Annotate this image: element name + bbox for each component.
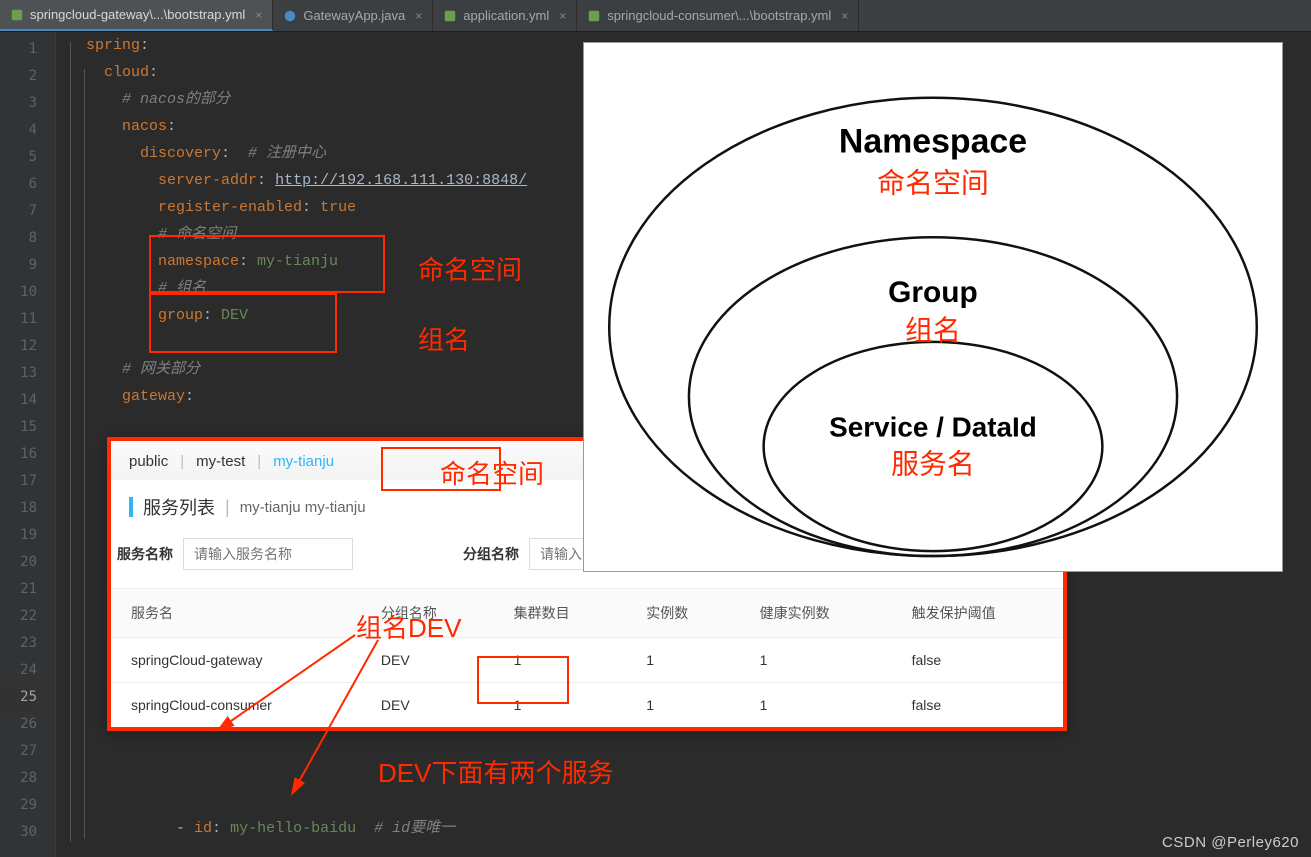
col-group: 分组名称 — [361, 589, 494, 638]
tab-bootstrap-gateway[interactable]: springcloud-gateway\...\bootstrap.yml × — [0, 0, 273, 31]
nacos-concept-diagram: Namespace 命名空间 Group 组名 Service / DataId… — [583, 42, 1283, 572]
close-icon[interactable]: × — [841, 9, 848, 23]
separator: | — [257, 453, 261, 470]
tab-label: springcloud-consumer\...\bootstrap.yml — [607, 8, 831, 23]
close-icon[interactable]: × — [255, 8, 262, 22]
yaml-icon — [587, 9, 601, 23]
col-clusters: 集群数目 — [494, 589, 627, 638]
services-table: 服务名 分组名称 集群数目 实例数 健康实例数 触发保护阈值 springClo… — [111, 588, 1063, 727]
diagram-gp-cn: 组名 — [905, 315, 961, 347]
svc-name-label: 服务名称 — [117, 544, 173, 564]
cell-inst: 1 — [626, 638, 739, 683]
ns-tab-mytest[interactable]: my-test — [196, 453, 245, 470]
table-row[interactable]: springCloud-consumer DEV 1 1 1 false — [111, 683, 1063, 728]
cell-group: DEV — [361, 638, 494, 683]
col-healthy: 健康实例数 — [740, 589, 892, 638]
cell-clusters: 1 — [494, 638, 627, 683]
svc-name-input[interactable] — [183, 538, 353, 570]
watermark: CSDN @Perley620 — [1162, 834, 1299, 851]
cell-healthy: 1 — [740, 683, 892, 728]
table-header-row: 服务名 分组名称 集群数目 实例数 健康实例数 触发保护阈值 — [111, 589, 1063, 638]
tab-bootstrap-consumer[interactable]: springcloud-consumer\...\bootstrap.yml × — [577, 0, 859, 31]
ns-tab-public[interactable]: public — [129, 453, 168, 470]
diagram-ns-cn: 命名空间 — [877, 167, 989, 199]
yaml-icon — [10, 8, 24, 22]
col-svc: 服务名 — [111, 589, 361, 638]
cell-svc: springCloud-consumer — [111, 683, 361, 728]
col-inst: 实例数 — [626, 589, 739, 638]
editor-tabs: springcloud-gateway\...\bootstrap.yml × … — [0, 0, 1311, 32]
line-gutter: 1234567891011121314151617181920212223242… — [0, 32, 55, 857]
table-row[interactable]: springCloud-gateway DEV 1 1 1 false — [111, 638, 1063, 683]
cell-svc: springCloud-gateway — [111, 638, 361, 683]
cell-group: DEV — [361, 683, 494, 728]
close-icon[interactable]: × — [559, 9, 566, 23]
accent-bar — [129, 497, 133, 517]
fold-indicator — [56, 32, 70, 857]
separator: | — [180, 453, 184, 470]
yaml-icon — [443, 9, 457, 23]
tab-label: springcloud-gateway\...\bootstrap.yml — [30, 7, 245, 22]
cell-thresh: false — [892, 683, 1063, 728]
cell-clusters: 1 — [494, 683, 627, 728]
cell-inst: 1 — [626, 683, 739, 728]
diagram-sv-cn: 服务名 — [891, 448, 975, 480]
ns-tab-mytianju[interactable]: my-tianju — [273, 453, 334, 470]
java-icon — [283, 9, 297, 23]
col-thresh: 触发保护阈值 — [892, 589, 1063, 638]
tab-label: application.yml — [463, 8, 549, 23]
title: 服务列表 — [143, 494, 215, 520]
diagram-ns-en: Namespace — [839, 123, 1027, 161]
tab-label: GatewayApp.java — [303, 8, 405, 23]
subtitle: my-tianju my-tianju — [240, 499, 366, 516]
tab-application-yml[interactable]: application.yml × — [433, 0, 577, 31]
tab-gatewayapp[interactable]: GatewayApp.java × — [273, 0, 433, 31]
diagram-sv-en: Service / DataId — [829, 412, 1037, 443]
group-name-label: 分组名称 — [463, 544, 519, 564]
diagram-gp-en: Group — [888, 276, 978, 309]
cell-thresh: false — [892, 638, 1063, 683]
close-icon[interactable]: × — [415, 9, 422, 23]
cell-healthy: 1 — [740, 638, 892, 683]
